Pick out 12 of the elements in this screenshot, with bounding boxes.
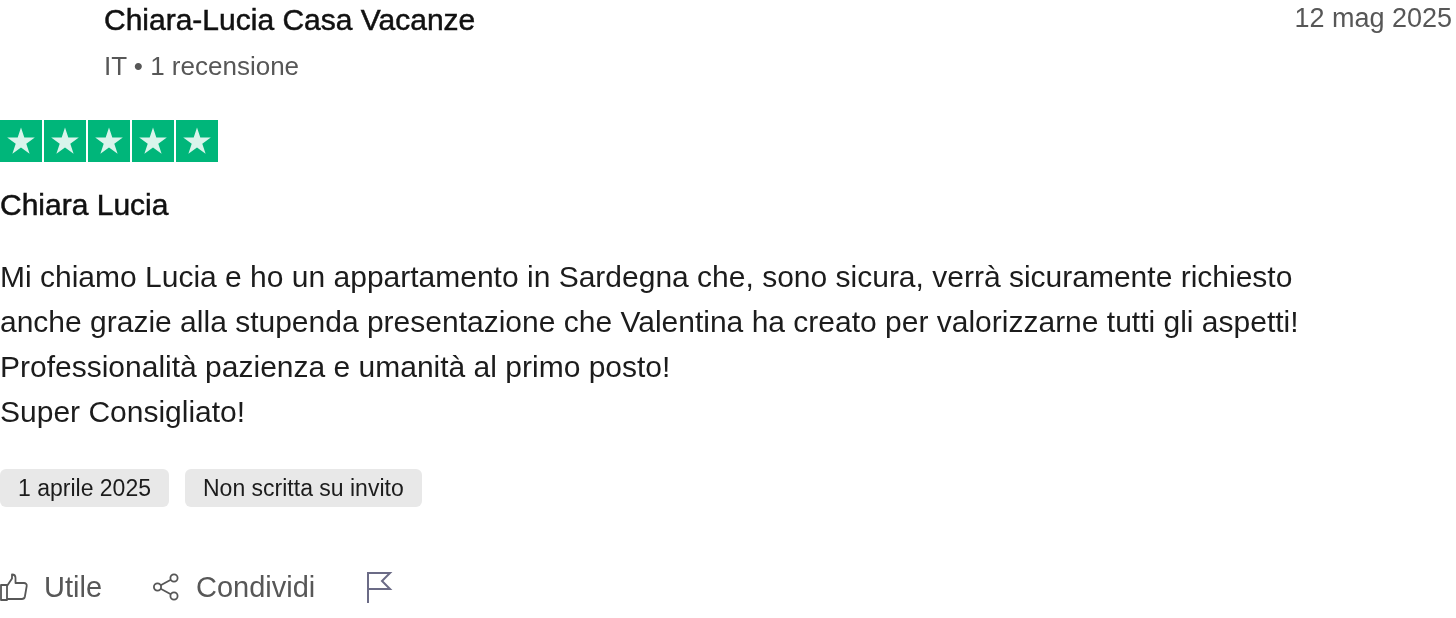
share-icon [152,573,180,601]
reviewer-name[interactable]: Chiara-Lucia Casa Vacanze [104,0,476,40]
like-button[interactable]: Utile [0,567,102,607]
review-tag: Non scritta su invito [185,469,422,507]
review-date: 12 mag 2025 [1294,2,1453,35]
review-title: Chiara Lucia [0,187,169,223]
review-tag: 1 aprile 2025 [0,469,169,507]
reviewer-meta: IT • 1 recensione [104,50,300,83]
review-text: Mi chiamo Lucia e ho un appartamento in Sardegna che, sono sicura, verrà sicuramente richiesto anche grazie alla stupenda presentazione che Valentina ha creato per valorizzarne tutti gli aspetti! Professionalità pazienza e umanità al primo posto! Super Consigliato! [0,259,1300,430]
flag-icon [365,571,394,603]
share-button[interactable]: Condividi [152,567,316,607]
thumbs-up-icon [0,573,28,601]
